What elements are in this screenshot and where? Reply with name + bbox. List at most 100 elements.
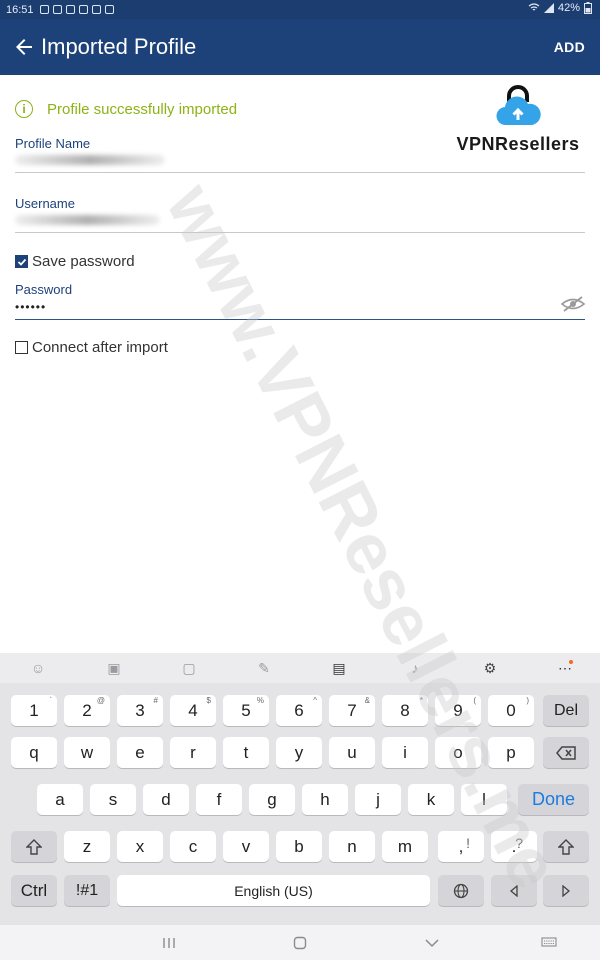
comma-key[interactable]: , ! [438, 831, 484, 862]
play-icon [104, 5, 114, 14]
backspace-icon [556, 745, 576, 760]
cursor-right-key[interactable] [543, 875, 589, 906]
delete-key[interactable]: Del [543, 695, 589, 726]
key-3-alt-label: # [153, 696, 158, 705]
gif-icon[interactable]: ▢ [180, 659, 198, 677]
checkbox-checked-icon [15, 255, 28, 268]
save-password-checkbox[interactable]: Save password [15, 253, 135, 270]
key-d-label: d [161, 789, 171, 809]
profile-name-label: Profile Name [15, 136, 91, 151]
key-3[interactable]: 3 # [117, 695, 163, 726]
key-i[interactable]: i [382, 737, 428, 768]
key-g[interactable]: g [249, 784, 295, 815]
whatsapp-icon [39, 5, 49, 14]
key-r[interactable]: r [170, 737, 216, 768]
keyboard-switch-icon[interactable] [541, 937, 557, 949]
key-n[interactable]: n [329, 831, 375, 862]
ctrl-key[interactable]: Ctrl [11, 875, 57, 906]
backspace-key[interactable] [543, 737, 589, 768]
shift-key-right[interactable] [543, 831, 589, 862]
profile-name-field[interactable] [15, 155, 165, 165]
key-e[interactable]: e [117, 737, 163, 768]
symbols-key[interactable]: !#1 [64, 875, 110, 906]
key-k[interactable]: k [408, 784, 454, 815]
username-field[interactable] [15, 215, 160, 225]
key-9[interactable]: 9( [435, 695, 481, 726]
key-t[interactable]: t [223, 737, 269, 768]
key-x[interactable]: x [117, 831, 163, 862]
keyboard-toolbar: ☺ ▣ ▢ ✎ ▤ ♪ ⚙ ⋯ [0, 653, 600, 683]
key-v[interactable]: v [223, 831, 269, 862]
key-e-label: e [135, 742, 145, 762]
done-key[interactable]: Done [518, 784, 589, 815]
checkbox-unchecked-icon [15, 341, 28, 354]
key-w-label: w [80, 742, 94, 762]
clipboard-icon[interactable]: ▤ [330, 659, 348, 677]
key-s-label: s [108, 789, 118, 809]
key-5-label: 5 [241, 700, 251, 720]
key-7[interactable]: 7 & [329, 695, 375, 726]
period-key[interactable]: . ? [491, 831, 537, 862]
back-arrow-icon[interactable] [12, 35, 36, 59]
key-2[interactable]: 2 @ [64, 695, 110, 726]
key-9-alt-label: ( [473, 696, 476, 705]
key-5[interactable]: 5% [223, 695, 269, 726]
key-1-label: 1 [29, 700, 39, 720]
logo-text: VPNResellers [456, 134, 580, 154]
system-nav-bar [0, 925, 600, 960]
back-chevron-icon[interactable] [425, 938, 439, 948]
arrow-right-icon [562, 884, 571, 897]
key-8[interactable]: 8 * [382, 695, 428, 726]
key-p-label: p [506, 742, 516, 762]
recent-apps-icon[interactable] [162, 937, 176, 949]
connect-after-import-checkbox[interactable]: Connect after import [15, 339, 168, 356]
key-b-label: b [294, 836, 304, 856]
keyboard-settings-icon[interactable]: ⚙ [481, 659, 499, 677]
battery-percent: 42% [557, 2, 580, 14]
key-o[interactable]: o [435, 737, 481, 768]
key-d[interactable]: d [143, 784, 189, 815]
language-key[interactable] [438, 875, 484, 906]
password-field[interactable]: •••••• [15, 300, 46, 314]
key-f[interactable]: f [196, 784, 242, 815]
home-icon[interactable] [293, 936, 307, 950]
key-p[interactable]: p [488, 737, 534, 768]
key-u[interactable]: u [329, 737, 375, 768]
key-0[interactable]: 0) [488, 695, 534, 726]
key-l[interactable]: l [461, 784, 507, 815]
add-button[interactable]: ADD [554, 39, 585, 55]
sticker-icon[interactable]: ▣ [105, 659, 123, 677]
key-j[interactable]: j [355, 784, 401, 815]
key-a[interactable]: a [37, 784, 83, 815]
key-x-label: x [135, 836, 145, 856]
key-4[interactable]: 4 $ [170, 695, 216, 726]
key-9-label: 9 [453, 700, 463, 720]
key-w[interactable]: w [64, 737, 110, 768]
key-s[interactable]: s [90, 784, 136, 815]
key-q[interactable]: q [11, 737, 57, 768]
status-bar: 16:51 42% [0, 0, 600, 19]
handwriting-icon[interactable]: ✎ [255, 659, 273, 677]
shift-icon [26, 838, 42, 855]
key-1[interactable]: 1 ` [11, 695, 57, 726]
battery-icon [584, 2, 592, 14]
key-6-label: 6 [294, 700, 304, 720]
key-b[interactable]: b [276, 831, 322, 862]
key-h[interactable]: h [302, 784, 348, 815]
profile-form: i Profile successfully imported VPNResel… [0, 75, 600, 653]
page-title: Imported Profile [41, 34, 197, 59]
key-4-alt-label: $ [206, 696, 211, 705]
shift-key-left[interactable] [11, 831, 57, 862]
emoji-icon[interactable]: ☺ [29, 659, 47, 677]
key-m[interactable]: m [382, 831, 428, 862]
key-c[interactable]: c [170, 831, 216, 862]
cursor-left-key[interactable] [491, 875, 537, 906]
key-z[interactable]: z [64, 831, 110, 862]
key-6[interactable]: 6 ^ [276, 695, 322, 726]
key-y[interactable]: y [276, 737, 322, 768]
visibility-off-icon[interactable] [560, 295, 586, 313]
space-key[interactable]: English (US) [117, 875, 430, 906]
key-1-alt-label: ` [49, 696, 52, 705]
notification-icons [39, 5, 114, 14]
microphone-icon[interactable]: ♪ [406, 659, 424, 677]
